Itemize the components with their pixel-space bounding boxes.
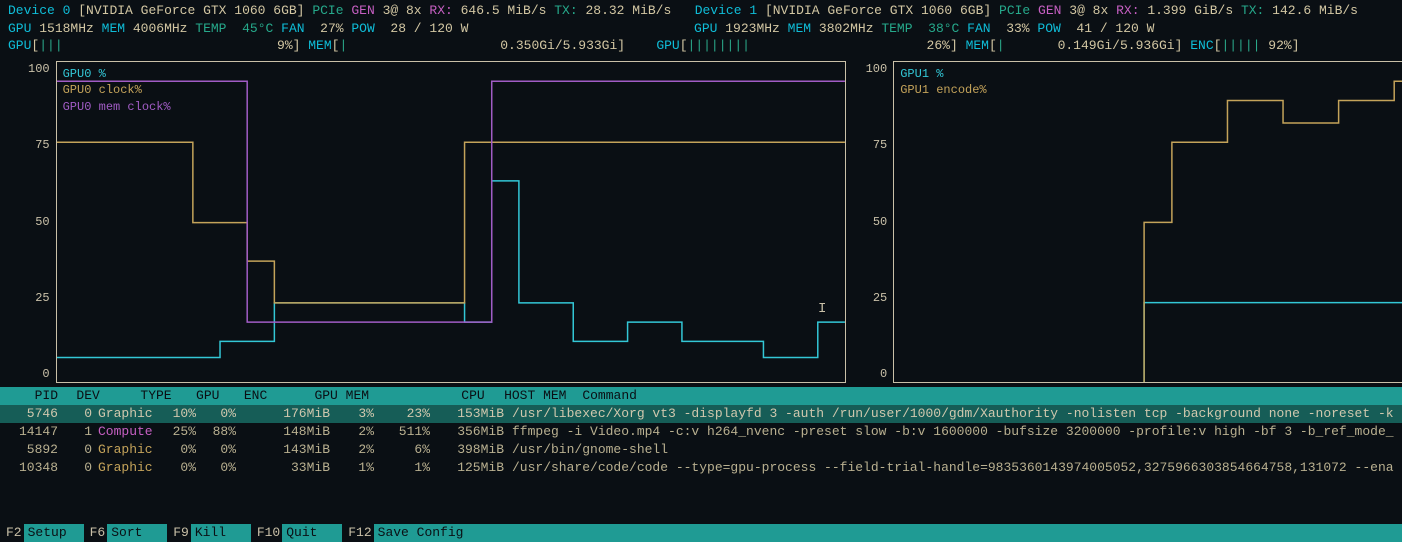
table-row[interactable]: 141471Compute25%88%148MiB2%511%356MiBffm…: [0, 423, 1402, 441]
gen-label: GEN: [351, 3, 374, 18]
rx-label: RX:: [429, 3, 452, 18]
process-table-header[interactable]: PID DEV TYPE GPU ENC GPU MEM CPU HOST ME…: [0, 387, 1402, 405]
tx-label: TX:: [554, 3, 577, 18]
y-axis-labels: 1007550250: [866, 61, 894, 383]
header-line-2: GPU 1518MHz MEM 4006MHz TEMP 45°C FAN 27…: [8, 20, 1394, 38]
table-row[interactable]: 58920Graphic0%0%143MiB2%6%398MiB/usr/bin…: [0, 441, 1402, 459]
charts-row: 1007550250 GPU0 % GPU0 clock% GPU0 mem c…: [0, 55, 1402, 387]
text-cursor-icon: I: [818, 300, 826, 319]
pcie-label: PCIe: [312, 3, 343, 18]
header-line-1: Device 0 [NVIDIA GeForce GTX 1060 6GB] P…: [8, 2, 1394, 20]
table-row[interactable]: 57460Graphic10%0%176MiB3%23%153MiB/usr/l…: [0, 405, 1402, 423]
chart-gpu1: GPU1 % GPU1 encode%: [893, 61, 1402, 383]
header-line-3: GPU[||| 9%] MEM[| 0.350Gi/5.933Gi] GPU[|…: [8, 37, 1394, 55]
device-label: Device 1: [695, 3, 765, 18]
device-label: Device 0: [8, 3, 78, 18]
table-row[interactable]: 103480Graphic0%0%33MiB1%1%125MiB/usr/sha…: [0, 459, 1402, 477]
header: Device 0 [NVIDIA GeForce GTX 1060 6GB] P…: [0, 0, 1402, 55]
chart-gpu0-wrap: 1007550250 GPU0 % GPU0 clock% GPU0 mem c…: [28, 61, 846, 383]
chart-gpu1-wrap: 1007550250 GPU1 % GPU1 encode%: [866, 61, 1402, 383]
chart-gpu0: GPU0 % GPU0 clock% GPU0 mem clock%: [56, 61, 846, 383]
fnkey-kill[interactable]: F9Kill: [167, 524, 251, 542]
footer-fnkeys: F2SetupF6SortF9KillF10QuitF12Save Config: [0, 524, 1402, 542]
device0-name: [NVIDIA GeForce GTX 1060 6GB]: [78, 3, 304, 18]
device1-name: [NVIDIA GeForce GTX 1060 6GB]: [765, 3, 991, 18]
device0-rx: 646.5 MiB/s: [461, 3, 547, 18]
fnkey-save-config[interactable]: F12Save Config: [342, 524, 467, 542]
process-table: 57460Graphic10%0%176MiB3%23%153MiB/usr/l…: [0, 405, 1402, 477]
fnkey-sort[interactable]: F6Sort: [84, 524, 168, 542]
fnkey-setup[interactable]: F2Setup: [0, 524, 84, 542]
device0-tx: 28.32 MiB/s: [585, 3, 671, 18]
fnkey-quit[interactable]: F10Quit: [251, 524, 342, 542]
y-axis-labels: 1007550250: [28, 61, 56, 383]
device0-gen: 3@ 8x: [383, 3, 422, 18]
